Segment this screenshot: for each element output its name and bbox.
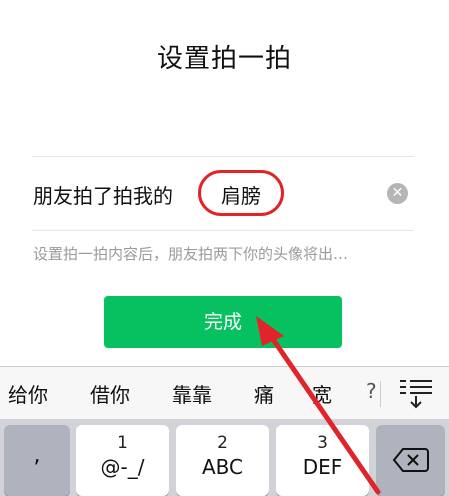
hint-text: 设置拍一拍内容后，朋友拍两下你的头像将出… xyxy=(33,245,349,263)
clear-icon[interactable]: ✕ xyxy=(387,183,408,204)
pat-suffix-input[interactable]: 肩膀 xyxy=(198,170,284,216)
expand-candidates-icon[interactable] xyxy=(394,375,438,411)
key-letters: DEF xyxy=(302,455,343,479)
candidate-item[interactable]: 借你 xyxy=(90,379,130,408)
keyboard: 给你 借你 靠靠 痛 宽 ? , 1 @-_/ 2 ABC 3 DEF xyxy=(0,366,449,496)
key-punctuation[interactable]: , xyxy=(4,425,70,496)
key-letters: @-_/ xyxy=(100,455,145,479)
key-1[interactable]: 1 @-_/ xyxy=(76,425,169,496)
backspace-key[interactable] xyxy=(376,425,445,496)
row-label: 朋友拍了拍我的 xyxy=(33,184,173,208)
key-letters: ABC xyxy=(201,455,243,479)
key-number: 2 xyxy=(217,433,228,453)
divider-top xyxy=(32,156,414,157)
key-2[interactable]: 2 ABC xyxy=(176,425,269,496)
key-number: 1 xyxy=(117,433,128,453)
candidate-item[interactable]: 痛 xyxy=(254,379,274,408)
candidate-item[interactable]: 靠靠 xyxy=(172,379,212,408)
key-letters: , xyxy=(33,443,41,468)
backspace-icon xyxy=(392,448,429,472)
candidate-bar: 给你 借你 靠靠 痛 宽 ? xyxy=(0,366,449,419)
candidate-item[interactable]: ? xyxy=(366,379,378,403)
candidate-item[interactable]: 给你 xyxy=(8,379,48,408)
divider-bottom xyxy=(32,230,414,231)
candidate-item[interactable]: 宽 xyxy=(312,379,332,408)
page-title: 设置拍一拍 xyxy=(156,44,292,74)
candidate-separator xyxy=(380,381,381,407)
done-button[interactable]: 完成 xyxy=(104,296,342,348)
key-3[interactable]: 3 DEF xyxy=(276,425,369,496)
key-number: 3 xyxy=(317,433,328,453)
